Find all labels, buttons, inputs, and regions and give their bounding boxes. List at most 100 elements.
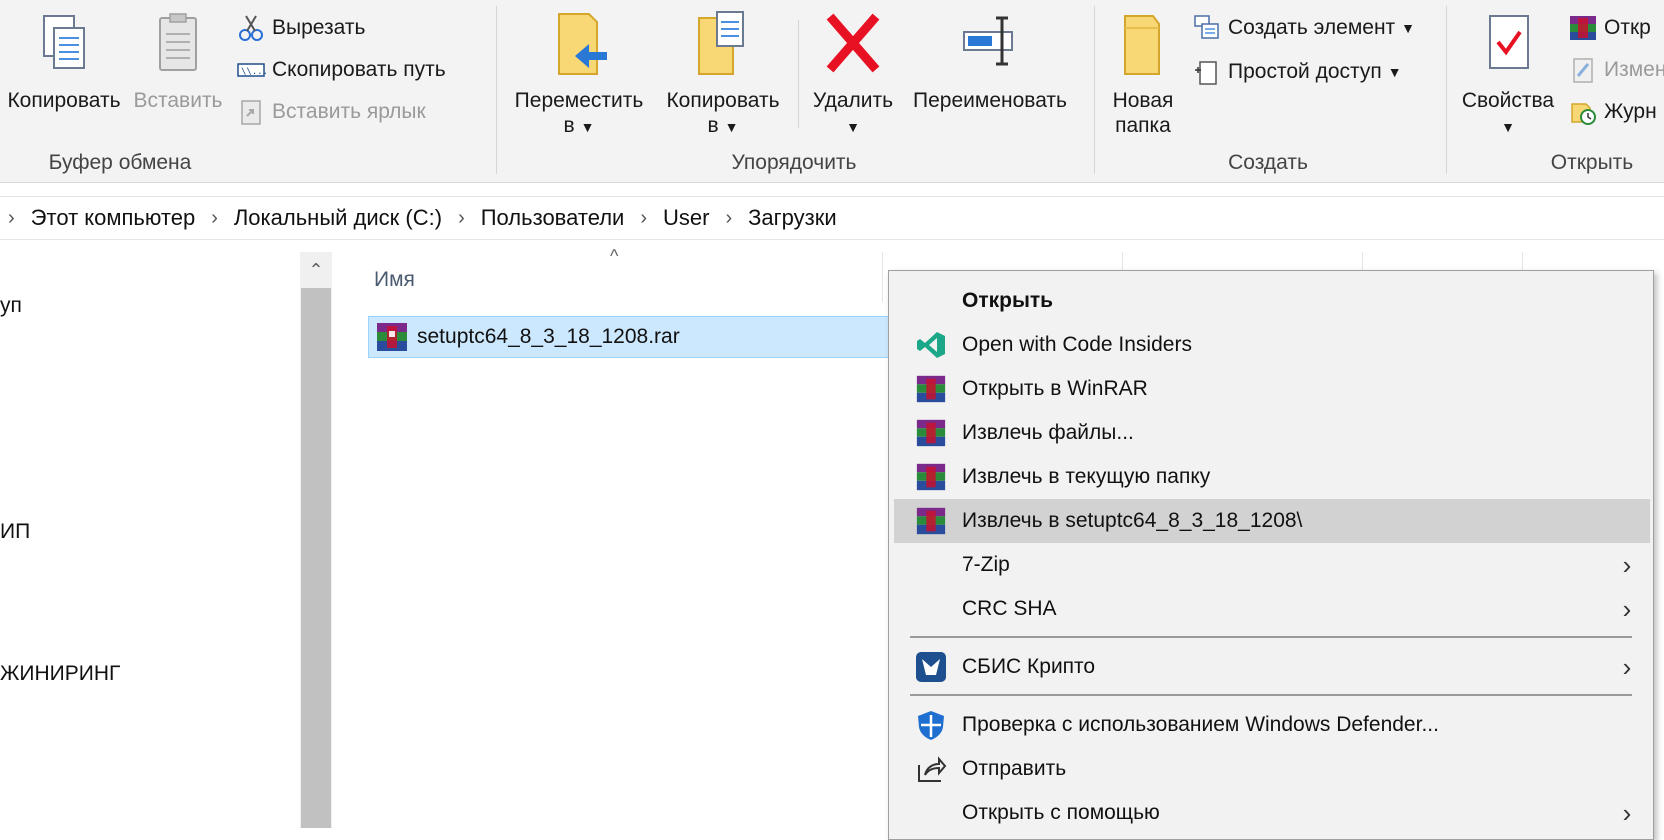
scroll-thumb[interactable] xyxy=(301,288,331,828)
menu-item-label: СБИС Крипто xyxy=(962,655,1096,678)
menu-item-label: 7-Zip xyxy=(962,553,1010,576)
menu-item-label: CRC SHA xyxy=(962,597,1057,620)
sbis-icon xyxy=(914,650,948,684)
column-header-name[interactable]: Имя xyxy=(374,268,415,292)
paste-button[interactable]: Вставить xyxy=(130,8,226,113)
menu-item-send-to[interactable]: Отправить xyxy=(894,747,1650,791)
new-item-button[interactable]: Создать элемент ▼ xyxy=(1192,14,1415,42)
easy-access-label: Простой доступ xyxy=(1228,60,1382,83)
new-folder-button[interactable]: Новая папка xyxy=(1100,8,1186,138)
edit-icon xyxy=(1573,58,1593,83)
copy-to-label: Копировать xyxy=(666,89,780,112)
copy-icon xyxy=(43,15,85,69)
menu-item-extract-here[interactable]: Извлечь в текущую папку xyxy=(894,455,1650,499)
submenu-arrow-icon: › xyxy=(1622,797,1632,828)
winrar-icon xyxy=(377,323,407,351)
delete-x-icon xyxy=(826,13,880,73)
dropdown-arrow-icon: ▼ xyxy=(1401,20,1416,36)
context-menu: Открыть Open with Code Insiders Открыть … xyxy=(888,270,1654,840)
submenu-arrow-icon: › xyxy=(1622,651,1632,682)
menu-item-defender-scan[interactable]: Проверка с использованием Windows Defend… xyxy=(894,703,1650,747)
menu-item-label: Извлечь в setuptc64_8_3_18_1208\ xyxy=(962,509,1303,532)
menu-item-open[interactable]: Открыть xyxy=(894,279,1650,323)
new-folder-label-1: Новая xyxy=(1112,89,1174,112)
winrar-icon xyxy=(1570,16,1596,40)
move-to-label: Переместить xyxy=(514,89,644,112)
dropdown-arrow-icon: ▼ xyxy=(846,119,860,135)
column-divider[interactable] xyxy=(882,252,883,302)
scissors-icon xyxy=(239,15,263,41)
menu-item-label: Открыть в WinRAR xyxy=(962,377,1148,400)
nav-item[interactable]: ЖИНИРИНГ xyxy=(0,662,120,686)
menu-item-sbis-crypto[interactable]: СБИС Крипто › xyxy=(894,645,1650,689)
open-label: Откр xyxy=(1604,16,1651,39)
breadcrumb-chevron-icon[interactable]: › xyxy=(640,207,647,230)
winrar-icon xyxy=(914,372,948,406)
breadcrumb[interactable]: › Этот компьютер › Локальный диск (C:) ›… xyxy=(0,196,1664,240)
rename-label: Переименовать xyxy=(913,89,1067,112)
menu-item-open-with-code-insiders[interactable]: Open with Code Insiders xyxy=(894,323,1650,367)
properties-icon xyxy=(1489,15,1529,69)
menu-item-label: Открыть xyxy=(962,289,1054,312)
history-button[interactable]: Журн xyxy=(1568,98,1657,126)
submenu-arrow-icon: › xyxy=(1622,549,1632,580)
delete-label: Удалить xyxy=(812,89,894,112)
share-icon xyxy=(914,752,948,786)
scroll-up-icon[interactable]: ⌃ xyxy=(300,252,332,288)
nav-scrollbar[interactable]: ⌃ xyxy=(300,252,332,828)
breadcrumb-chevron-icon[interactable]: › xyxy=(211,207,218,230)
breadcrumb-item[interactable]: Загрузки xyxy=(748,205,837,231)
new-group-label: Создать xyxy=(1228,151,1308,174)
properties-button[interactable]: Свойства ▼ xyxy=(1456,8,1560,140)
breadcrumb-chevron-icon[interactable]: › xyxy=(458,207,465,230)
breadcrumb-chevron-icon[interactable]: › xyxy=(8,207,15,230)
new-folder-label-2: папка xyxy=(1115,114,1171,137)
menu-item-extract-files[interactable]: Извлечь файлы... xyxy=(894,411,1650,455)
history-icon xyxy=(1571,103,1596,125)
breadcrumb-item[interactable]: User xyxy=(663,205,709,231)
copy-button[interactable]: Копировать xyxy=(0,8,128,113)
open-group-label: Открыть xyxy=(1550,151,1634,174)
menu-item-open-with[interactable]: Открыть с помощью › xyxy=(894,791,1650,835)
inner-separator xyxy=(798,20,799,128)
edit-button[interactable]: Измен xyxy=(1568,56,1664,84)
vscode-insiders-icon xyxy=(914,328,948,362)
menu-item-label: Извлечь файлы... xyxy=(962,421,1134,444)
menu-item-extract-to-folder[interactable]: Извлечь в setuptc64_8_3_18_1208\ xyxy=(894,499,1650,543)
paste-shortcut-icon xyxy=(241,100,261,125)
menu-item-7zip[interactable]: 7-Zip › xyxy=(894,543,1650,587)
breadcrumb-item[interactable]: Локальный диск (C:) xyxy=(234,205,442,231)
menu-item-label: Отправить xyxy=(962,757,1067,780)
copy-to-button[interactable]: Копировать в ▼ xyxy=(652,8,794,140)
copy-path-button[interactable]: \\... Скопировать путь xyxy=(236,56,446,84)
cut-button[interactable]: Вырезать xyxy=(236,14,365,42)
paste-shortcut-button[interactable]: Вставить ярлык xyxy=(236,98,426,126)
copy-path-icon: \\... xyxy=(237,63,266,77)
dropdown-arrow-icon: ▼ xyxy=(724,119,739,135)
organize-group-label: Упорядочить xyxy=(731,151,857,174)
winrar-icon xyxy=(914,460,948,494)
breadcrumb-item[interactable]: Этот компьютер xyxy=(31,205,196,231)
menu-item-open-in-winrar[interactable]: Открыть в WinRAR xyxy=(894,367,1650,411)
rename-button[interactable]: Переименовать xyxy=(904,8,1076,113)
file-row-selected[interactable]: setuptc64_8_3_18_1208.rar xyxy=(368,316,898,358)
clipboard-group-label: Буфер обмена xyxy=(48,151,192,174)
dropdown-arrow-icon: ▼ xyxy=(1501,119,1515,135)
new-folder-icon xyxy=(1124,15,1160,75)
breadcrumb-item[interactable]: Пользователи xyxy=(481,205,625,231)
rename-icon xyxy=(963,16,1013,66)
menu-separator xyxy=(910,636,1632,638)
open-button[interactable]: Откр xyxy=(1568,14,1651,42)
breadcrumb-chevron-icon[interactable]: › xyxy=(725,207,732,230)
new-item-icon xyxy=(1194,15,1219,39)
nav-item[interactable]: ИП xyxy=(0,520,30,544)
menu-item-label: Open with Code Insiders xyxy=(962,333,1192,356)
menu-item-label: Извлечь в текущую папку xyxy=(962,465,1211,488)
delete-button[interactable]: Удалить ▼ xyxy=(804,8,902,140)
move-to-button[interactable]: Переместить в ▼ xyxy=(508,8,650,140)
nav-item[interactable]: уп xyxy=(0,294,22,318)
menu-item-crc-sha[interactable]: CRC SHA › xyxy=(894,587,1650,631)
paste-label: Вставить xyxy=(133,89,223,112)
easy-access-button[interactable]: Простой доступ ▼ xyxy=(1192,58,1402,86)
copy-label: Копировать xyxy=(7,89,121,112)
